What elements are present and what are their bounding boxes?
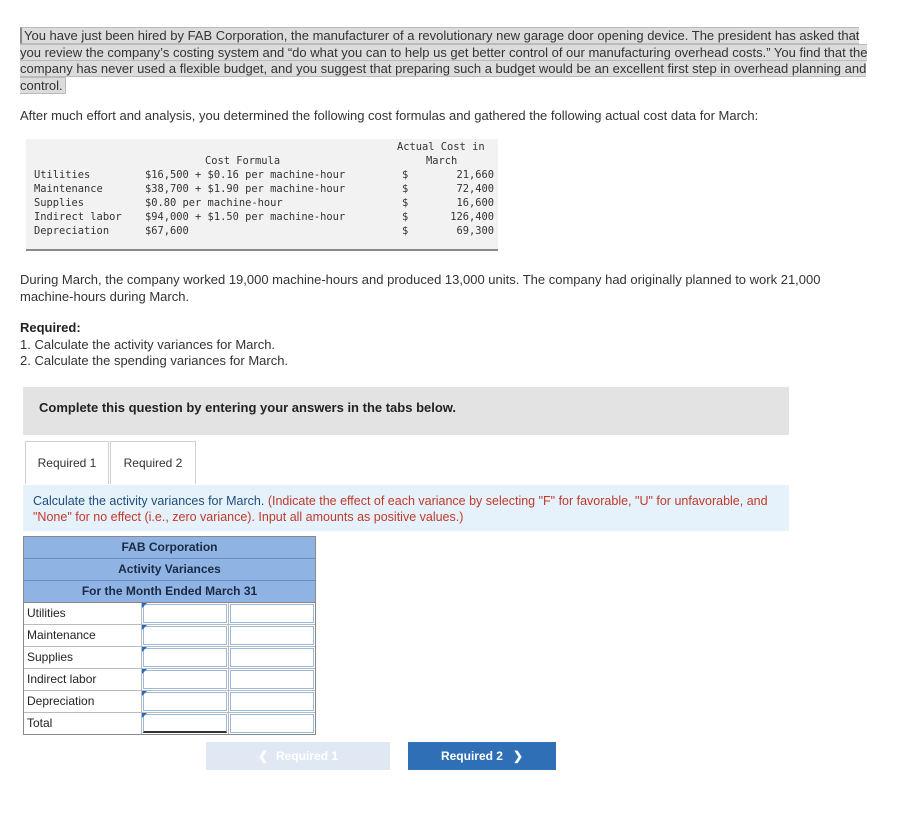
actual-cost-header-1: Actual Cost in xyxy=(397,141,485,153)
required-item: 2. Calculate the spending variances for … xyxy=(20,353,289,368)
cost-row-dollar: $ xyxy=(402,225,409,237)
effect-select[interactable] xyxy=(229,669,315,690)
cost-row-formula: $16,500 + $0.16 per machine-hour xyxy=(145,169,346,181)
cost-row-name: Utilities xyxy=(34,169,91,181)
after-paragraph: After much effort and analysis, you dete… xyxy=(20,108,759,123)
amount-input[interactable] xyxy=(142,669,229,690)
variance-table-period: For the Month Ended March 31 xyxy=(24,581,315,603)
next-required-button[interactable]: Required 2 ❯ xyxy=(408,742,556,770)
cost-row-name: Supplies xyxy=(34,197,85,209)
march-paragraph: During March, the company worked 19,000 … xyxy=(20,272,821,304)
cost-formula-table: Actual Cost in Cost Formula March Utilit… xyxy=(26,139,498,251)
variance-table-subtitle: Activity Variances xyxy=(24,559,315,581)
cost-row: Depreciation $67,600 $ 69,300 xyxy=(34,225,494,239)
amount-input[interactable] xyxy=(142,603,229,624)
cost-row-dollar: $ xyxy=(402,183,409,195)
effect-select[interactable] xyxy=(229,625,315,646)
instruction-banner: Complete this question by entering your … xyxy=(23,387,789,435)
row-label: Total xyxy=(24,713,142,734)
row-label: Supplies xyxy=(24,647,142,668)
row-label: Depreciation xyxy=(24,691,142,712)
dropdown-marker-icon xyxy=(142,691,147,696)
cost-row-formula: $94,000 + $1.50 per machine-hour xyxy=(145,211,346,223)
table-row: Utilities xyxy=(24,603,315,625)
dropdown-marker-icon xyxy=(142,647,147,652)
instruction-box: Calculate the activity variances for Mar… xyxy=(23,485,789,531)
dropdown-marker-icon xyxy=(142,713,147,718)
effect-select[interactable] xyxy=(229,691,315,712)
variance-table-title: FAB Corporation xyxy=(24,537,315,559)
prev-button-label: Required 1 xyxy=(276,749,339,763)
tab-required-2[interactable]: Required 2 xyxy=(110,441,196,484)
total-amount-input[interactable] xyxy=(142,713,229,734)
total-effect-select[interactable] xyxy=(229,713,315,734)
cost-row-name: Indirect labor xyxy=(34,211,122,223)
chevron-left-icon: ❮ xyxy=(257,749,269,763)
cost-row-actual: 16,600 xyxy=(456,197,494,209)
cost-row: Supplies $0.80 per machine-hour $ 16,600 xyxy=(34,197,494,211)
cost-row-actual: 72,400 xyxy=(456,183,494,195)
cost-row: Indirect labor $94,000 + $1.50 per machi… xyxy=(34,211,494,225)
cost-row-dollar: $ xyxy=(402,169,409,181)
row-label: Utilities xyxy=(24,603,142,624)
cost-formula-header: Cost Formula xyxy=(205,155,281,167)
row-label: Maintenance xyxy=(24,625,142,646)
amount-input[interactable] xyxy=(142,647,229,668)
table-row: Depreciation xyxy=(24,691,315,713)
activity-variance-table: FAB Corporation Activity Variances For t… xyxy=(23,536,316,735)
effect-select[interactable] xyxy=(229,647,315,668)
tab-required-1[interactable]: Required 1 xyxy=(25,441,109,484)
banner-text: Complete this question by entering your … xyxy=(39,400,457,415)
table-row: Maintenance xyxy=(24,625,315,647)
dropdown-marker-icon xyxy=(142,625,147,630)
cost-row-dollar: $ xyxy=(402,197,409,209)
table-row: Indirect labor xyxy=(24,669,315,691)
intro-paragraph: You have just been hired by FAB Corporat… xyxy=(20,27,872,94)
required-item: 1. Calculate the activity variances for … xyxy=(20,336,276,352)
cost-row-actual: 69,300 xyxy=(456,225,494,237)
dropdown-marker-icon xyxy=(142,603,147,608)
cost-row-name: Depreciation xyxy=(34,225,110,237)
row-label: Indirect labor xyxy=(24,669,142,690)
dropdown-marker-icon xyxy=(142,669,147,674)
cost-row-dollar: $ xyxy=(402,211,409,223)
required-title: Required: xyxy=(20,320,81,335)
cost-row: Utilities $16,500 + $0.16 per machine-ho… xyxy=(34,169,494,183)
cost-row-formula: $38,700 + $1.90 per machine-hour xyxy=(145,183,346,195)
cost-row-name: Maintenance xyxy=(34,183,103,195)
prev-required-button[interactable]: ❮ Required 1 xyxy=(206,742,390,770)
cost-row-formula: $67,600 xyxy=(145,225,189,237)
cost-row-actual: 21,660 xyxy=(456,169,494,181)
next-button-label: Required 2 xyxy=(440,749,503,763)
cost-row-actual: 126,400 xyxy=(450,211,494,223)
required-section: Required: 1. Calculate the activity vari… xyxy=(20,320,288,370)
cost-row: Maintenance $38,700 + $1.90 per machine-… xyxy=(34,183,494,197)
intro-text: You have just been hired by FAB Corporat… xyxy=(20,27,868,94)
chevron-right-icon: ❯ xyxy=(512,749,524,763)
effect-select[interactable] xyxy=(229,603,315,624)
table-row-total: Total xyxy=(24,713,315,734)
actual-cost-header-2: March xyxy=(426,155,458,167)
instruction-text: Calculate the activity variances for Mar… xyxy=(33,494,265,508)
table-row: Supplies xyxy=(24,647,315,669)
amount-input[interactable] xyxy=(142,691,229,712)
amount-input[interactable] xyxy=(142,625,229,646)
cost-row-formula: $0.80 per machine-hour xyxy=(145,197,283,209)
